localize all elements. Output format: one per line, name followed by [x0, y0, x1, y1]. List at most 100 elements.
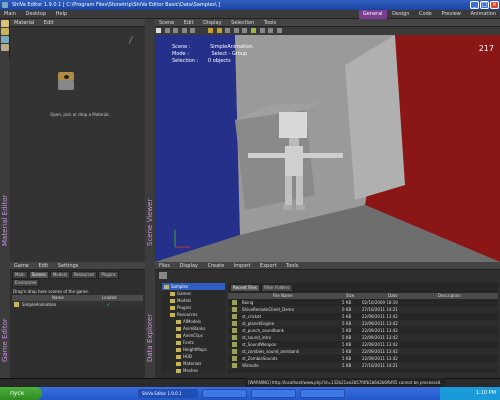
menu-scene-edit[interactable]: Edit [180, 19, 198, 27]
folder-tool-icon[interactable] [1, 28, 9, 35]
render-tool-icon[interactable] [268, 28, 274, 33]
menu-game[interactable]: Game [10, 262, 33, 270]
texture-tool-icon[interactable] [1, 36, 9, 43]
select-tool-icon[interactable] [156, 28, 161, 33]
mode-code[interactable]: Code [415, 10, 436, 19]
menu-export[interactable]: Export [256, 262, 280, 270]
menu-create[interactable]: Create [204, 262, 229, 270]
rotate-tool-icon[interactable] [173, 28, 179, 33]
menu-import[interactable]: Import [230, 262, 255, 270]
col-size: Size [346, 293, 355, 298]
menu-scene[interactable]: Scene [155, 19, 178, 27]
tab-scenes[interactable]: Scenes [28, 271, 49, 279]
mode-general[interactable]: General [358, 10, 387, 19]
close-button[interactable]: × [490, 1, 499, 9]
menu-data-display[interactable]: Display [176, 262, 202, 270]
game-editor-tab[interactable]: Game Editor [0, 262, 10, 378]
view-tool-icon[interactable] [259, 28, 265, 33]
move-tool-icon[interactable] [164, 28, 170, 33]
menu-data-tools[interactable]: Tools [282, 262, 302, 270]
file-size: 5 KB [342, 349, 352, 354]
scale-tool-icon[interactable] [181, 28, 187, 33]
maximize-button[interactable]: □ [480, 1, 489, 9]
start-button[interactable]: пуск [0, 387, 42, 400]
tab-environment[interactable]: Environme [12, 279, 40, 287]
tree-item-label: Plugins [177, 305, 192, 310]
tab-resources[interactable]: Resources [70, 271, 98, 279]
file-name: Wireuite [242, 363, 259, 368]
file-row[interactable]: st_punch_soundbank 5 KB 22/09/2011 13:42 [228, 327, 498, 334]
material-editor-tab[interactable]: Material Editor [0, 60, 10, 262]
game-scenes-hint: Drag'n drop here scenes of the game. [13, 289, 89, 294]
task-4[interactable] [300, 389, 345, 398]
menu-files[interactable]: Files [155, 262, 174, 270]
task-shiva-editor[interactable]: ShiVa Editor 1.9.0.1 [138, 389, 198, 398]
tree-item-label: AnimClips [183, 333, 203, 338]
options-tool-icon[interactable] [276, 28, 282, 33]
menu-desktop[interactable]: Desktop [22, 10, 51, 19]
material-tool-icon[interactable] [1, 20, 9, 27]
menu-material-edit[interactable]: Edit [40, 19, 58, 27]
tree-item[interactable]: HUD [162, 353, 225, 360]
home-folder-icon[interactable] [159, 272, 167, 279]
menu-game-settings[interactable]: Settings [54, 262, 83, 270]
scene-viewport[interactable] [155, 35, 500, 262]
file-row[interactable]: Wireuite 5 KB 27/10/2011 14:21 [228, 362, 498, 369]
file-row[interactable]: st_sound_intro 5 KB 22/09/2011 13:42 [228, 334, 498, 341]
snap-tool-icon[interactable] [190, 28, 196, 33]
file-row[interactable]: st_cricket 5 KB 22/09/2011 13:42 [228, 313, 498, 320]
material-hint: Open, pick or drop a Material. [50, 112, 110, 117]
file-row[interactable]: st_ZombieSounds 5 KB 22/09/2011 13:42 [228, 355, 498, 362]
play-tool-icon[interactable] [250, 28, 256, 33]
tab-recent-files[interactable]: Recent Files [230, 284, 260, 292]
menu-game-edit[interactable]: Edit [34, 262, 52, 270]
menu-material[interactable]: Material [10, 19, 38, 27]
tree-item[interactable]: AnimClips [162, 332, 225, 339]
scene-viewer-tab[interactable]: Scene Viewer [145, 19, 155, 262]
tree-item[interactable]: Samples [162, 283, 225, 290]
brush-tool-icon[interactable] [207, 28, 213, 33]
tree-item[interactable]: AnimBanks [162, 325, 225, 332]
file-date: 02/10/2009 18:19 [362, 300, 398, 305]
file-name: st_cricket [242, 314, 262, 319]
camera-tool-icon[interactable] [225, 28, 231, 33]
menu-main[interactable]: Main [0, 10, 20, 19]
tab-models[interactable]: Models [49, 271, 70, 279]
file-row[interactable]: st_planetEngine 5 KB 22/09/2011 13:42 [228, 320, 498, 327]
file-row[interactable]: Boing 5 KB 02/10/2009 18:19 [228, 299, 498, 306]
paint-tool-icon[interactable] [216, 28, 222, 33]
menu-scene-tools[interactable]: Tools [260, 19, 280, 27]
tree-item[interactable]: Models [162, 297, 225, 304]
task-3[interactable] [251, 389, 296, 398]
tab-main[interactable]: Main [12, 271, 28, 279]
menu-scene-display[interactable]: Display [199, 19, 225, 27]
tree-item[interactable]: HeightMaps [162, 346, 225, 353]
task-2[interactable] [202, 389, 247, 398]
tab-plugins[interactable]: Plugins [98, 271, 119, 279]
tree-item[interactable]: Fonts [162, 339, 225, 346]
mode-switcher: General Design Code Preview Animation [358, 10, 500, 19]
tree-item[interactable]: Games [162, 290, 225, 297]
mode-design[interactable]: Design [388, 10, 413, 19]
file-row[interactable]: st_zombies_sound_anmbank 5 KB 22/09/2011 1… [228, 348, 498, 355]
game-scene-row[interactable]: SimpleAnimation ✔ [12, 301, 143, 308]
tree-item[interactable]: Plugins [162, 304, 225, 311]
minimize-button[interactable]: _ [470, 1, 479, 9]
menu-help[interactable]: Help [52, 10, 71, 19]
pick-icon[interactable]: ╱ [129, 37, 135, 44]
fps-counter: 217 [478, 44, 494, 53]
tab-filter-folders[interactable]: Filter Folders [260, 284, 293, 292]
tree-item[interactable]: Meshes [162, 367, 225, 374]
file-row[interactable]: st_SoundWeapon 5 KB 22/09/2011 13:42 [228, 341, 498, 348]
file-row[interactable]: ShivaRemoteClient_Demo 0 KB 27/10/2011 14:… [228, 306, 498, 313]
mode-animation[interactable]: Animation [467, 10, 500, 19]
tree-item[interactable]: Resources [162, 311, 225, 318]
grid-tool-icon[interactable] [242, 28, 248, 33]
tree-item[interactable]: Materials [162, 360, 225, 367]
menu-scene-selection[interactable]: Selection [227, 19, 258, 27]
data-explorer-tab[interactable]: Data Explorer [145, 262, 155, 378]
color-tool-icon[interactable] [1, 44, 9, 51]
tree-item[interactable]: AIModels [162, 318, 225, 325]
light-tool-icon[interactable] [233, 28, 239, 33]
mode-preview[interactable]: Preview [437, 10, 464, 19]
